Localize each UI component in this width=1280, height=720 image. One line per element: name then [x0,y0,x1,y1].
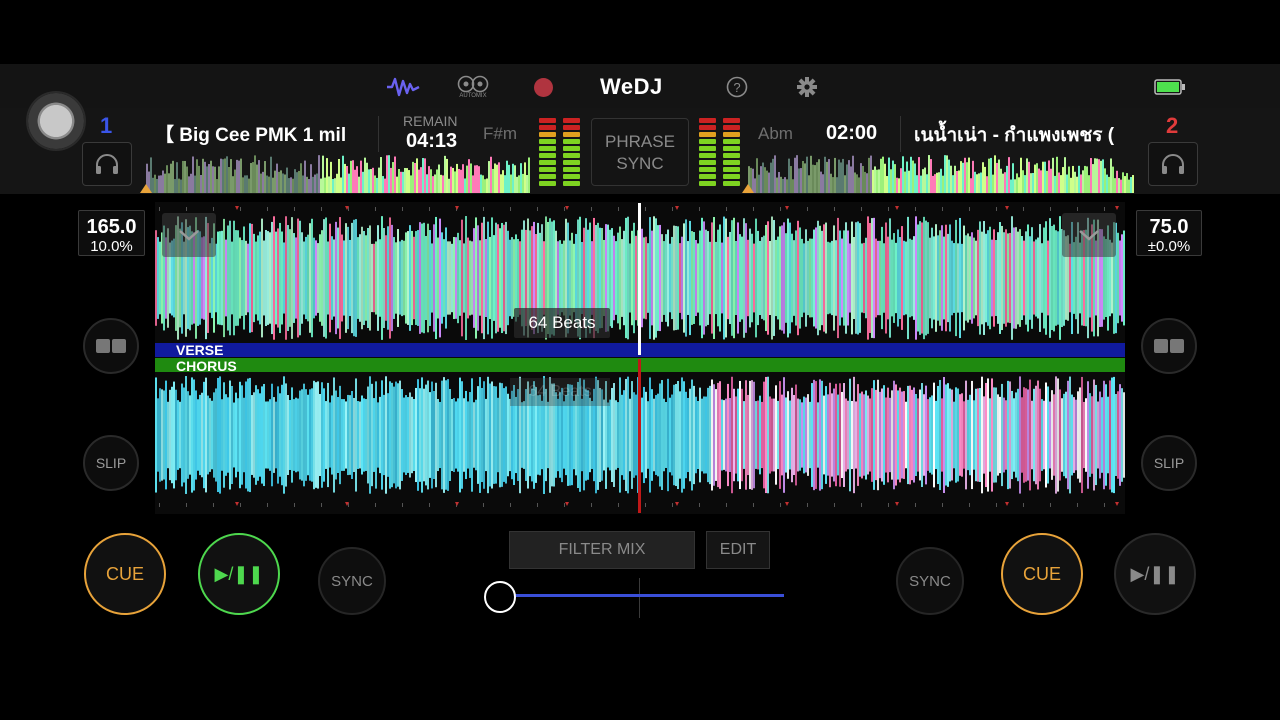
automix-icon[interactable]: AUTOMIX [455,74,491,100]
deck1-track-title: 【 Big Cee PMK 1 mil [155,125,347,146]
deck1-collapse-button[interactable] [162,213,216,257]
deck2-cue-button[interactable]: CUE [1001,533,1083,615]
deck1-pad-mode-button[interactable] [83,318,139,374]
verse-label: VERSE [176,342,224,358]
crossfader-track[interactable] [500,594,784,597]
phrase-sync-line1: PHRASE [605,132,675,151]
automix-label: AUTOMIX [459,92,487,99]
deck1-level-meter-left [539,118,556,188]
waveform-icon[interactable] [386,74,420,100]
deck2-collapse-button[interactable] [1062,213,1116,257]
deck2-playhead [638,359,641,513]
deck1-slip-button[interactable]: SLIP [83,435,139,491]
deck2-key: Abm [758,124,793,143]
chevron-down-icon [1079,230,1099,241]
deck1-sync-button[interactable]: SYNC [318,547,386,615]
edit-button[interactable]: EDIT [706,531,770,569]
phrase-sync-line2: SYNC [616,154,664,173]
crossfader-knob[interactable] [484,581,516,613]
headphone-icon [96,154,118,174]
deck2-sync-button[interactable]: SYNC [896,547,964,615]
deck2-overview-waveform[interactable] [742,155,1134,193]
deck1-bpm: 165.0 [86,216,137,238]
deck1-overview-waveform[interactable] [140,155,530,193]
chorus-label: CHORUS [176,358,237,374]
deck1-number: 1 [100,113,113,138]
battery-icon [1154,74,1186,100]
filter-mix-button[interactable]: FILTER MIX [509,531,695,569]
deck2-pad-mode-button[interactable] [1141,318,1197,374]
gear-icon[interactable] [795,74,819,100]
crossfader-center-mark [639,578,640,618]
deck2-level-meter-left [699,118,716,188]
deck1-remain-time: 04:13 [406,130,458,152]
pads-icon [1154,339,1184,353]
deck2-slip-button[interactable]: SLIP [1141,435,1197,491]
beats-label-faded: 64 Beats [510,378,610,406]
svg-text:?: ? [733,80,740,95]
deck2-level-meter-right [723,118,740,188]
chevron-down-icon [179,230,199,241]
help-icon[interactable]: ? [725,74,749,100]
pads-icon [96,339,126,353]
deck2-headphone-button[interactable] [1148,142,1198,186]
headphone-icon [1162,154,1184,174]
deck2-pitch: ±0.0% [1147,238,1191,255]
deck1-playhead [638,203,641,355]
deck2-bpm: 75.0 [1149,216,1189,238]
deck1-remain-label: REMAIN [403,113,458,129]
app-logo: WeDJ [600,74,663,99]
divider [378,116,379,152]
record-icon[interactable] [532,74,554,100]
deck2-time: 02:00 [826,122,878,144]
divider [900,116,901,152]
deck1-key: F#m [483,124,517,143]
deck1-pitch: 10.0% [90,238,133,255]
deck1-level-meter-right [563,118,580,188]
deck1-headphone-button[interactable] [82,142,132,186]
deck1-bpm-display[interactable]: 165.0 10.0% [78,210,145,256]
deck2-number: 2 [1166,113,1179,138]
deck2-bpm-display[interactable]: 75.0 ±0.0% [1136,210,1202,256]
deck1-cue-button[interactable]: CUE [84,533,166,615]
deck2-track-title: เนน้ำเน่า - กำแพงเพชร ( [914,125,1115,146]
deck1-play-pause-button[interactable]: ▶/❚❚ [198,533,280,615]
beats-label: 64 Beats [514,308,610,338]
jog-knob[interactable] [28,93,84,149]
deck2-play-pause-button[interactable]: ▶/❚❚ [1114,533,1196,615]
phrase-sync-button[interactable]: PHRASE SYNC [591,118,689,186]
